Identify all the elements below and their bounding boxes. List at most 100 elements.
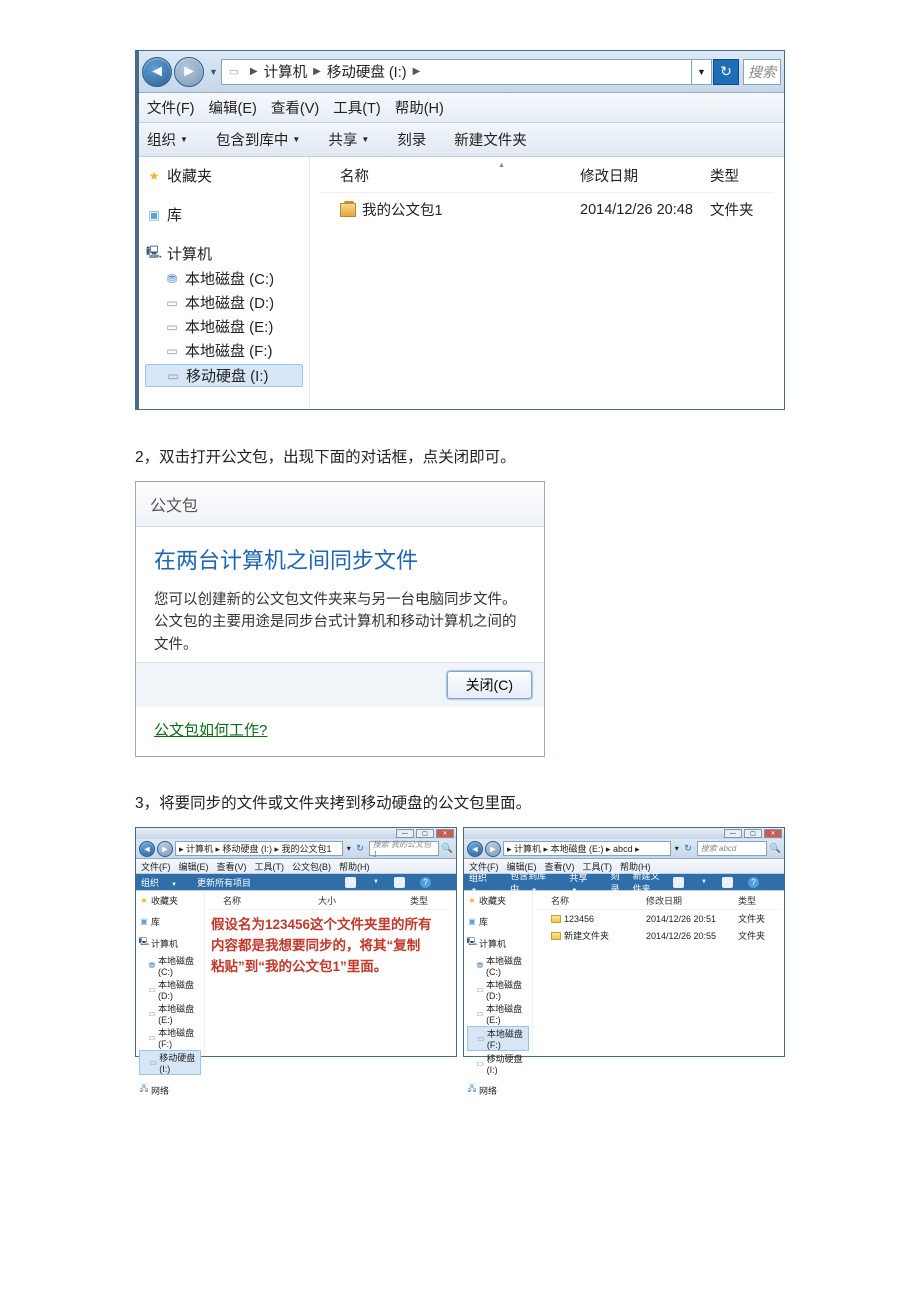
- nav-library[interactable]: ▣库: [139, 915, 201, 928]
- nav-drive-c[interactable]: ⛃本地磁盘 (C:): [145, 268, 303, 289]
- col-name[interactable]: 名称: [340, 165, 580, 186]
- search-icon[interactable]: 🔍: [770, 843, 781, 854]
- maximize-button[interactable]: ▢: [744, 829, 762, 838]
- minimize-button[interactable]: —: [396, 829, 414, 838]
- file-row[interactable]: 新建文件夹 2014/12/26 20:55 文件夹: [537, 927, 780, 944]
- view-icon[interactable]: [345, 877, 356, 888]
- col-type[interactable]: 类型: [410, 894, 450, 907]
- breadcrumb[interactable]: ▸ 计算机 ▸ 移动硬盘 (I:) ▸ 我的公文包1: [175, 841, 343, 856]
- menu-tools[interactable]: 工具(T): [255, 860, 285, 873]
- col-name[interactable]: 名称: [551, 894, 646, 907]
- nav-computer[interactable]: 🖳计算机: [467, 936, 529, 950]
- menu-help[interactable]: 帮助(H): [339, 860, 370, 873]
- close-window-button[interactable]: ✕: [436, 829, 454, 838]
- nav-computer[interactable]: 🖳计算机: [145, 243, 303, 264]
- briefcase-dialog: 公文包 在两台计算机之间同步文件 您可以创建新的公文包文件夹来与另一台电脑同步文…: [135, 481, 545, 757]
- crumb-computer[interactable]: 计算机: [264, 61, 308, 82]
- column-headers[interactable]: 名称 修改日期 类型: [537, 891, 780, 910]
- refresh-icon[interactable]: ↻: [356, 843, 364, 854]
- menu-edit[interactable]: 编辑(E): [179, 860, 209, 873]
- help-icon[interactable]: ?: [748, 877, 759, 888]
- nav-drive-c[interactable]: ⛃本地磁盘 (C:): [139, 954, 201, 977]
- col-size[interactable]: 大小: [318, 894, 410, 907]
- breadcrumb[interactable]: ▸ 计算机 ▸ 本地磁盘 (E:) ▸ abcd ▸: [503, 841, 671, 856]
- menu-briefcase[interactable]: 公文包(B): [292, 860, 331, 873]
- nav-network[interactable]: 🖧网络: [467, 1083, 529, 1097]
- crumb-drive[interactable]: 移动硬盘 (I:): [327, 61, 407, 82]
- menu-file[interactable]: 文件(F): [141, 860, 171, 873]
- col-name[interactable]: 名称: [223, 894, 318, 907]
- preview-pane-icon[interactable]: [722, 877, 733, 888]
- col-date[interactable]: 修改日期: [646, 894, 738, 907]
- search-icon[interactable]: 🔍: [442, 843, 453, 854]
- nav-drive-e[interactable]: ▭本地磁盘 (E:): [139, 1002, 201, 1025]
- nav-drive-i[interactable]: ▭移动硬盘 (I:): [139, 1050, 201, 1075]
- nav-favorites[interactable]: ★收藏夹: [467, 894, 529, 907]
- forward-button[interactable]: ►: [174, 57, 204, 87]
- cmd-newfolder[interactable]: 新建文件夹: [454, 129, 527, 150]
- nav-drive-f[interactable]: ▭本地磁盘 (F:): [467, 1026, 529, 1051]
- address-dropdown-icon[interactable]: ▾: [671, 844, 682, 853]
- file-row[interactable]: 我的公文包1 2014/12/26 20:48 文件夹: [320, 193, 774, 226]
- nav-drive-d[interactable]: ▭本地磁盘 (D:): [145, 292, 303, 313]
- back-button[interactable]: ◄: [467, 841, 483, 857]
- nav-network[interactable]: 🖧网络: [139, 1083, 201, 1097]
- nav-drive-i[interactable]: ▭移动硬盘 (I:): [145, 364, 303, 387]
- preview-pane-icon[interactable]: [394, 877, 405, 888]
- forward-button[interactable]: ►: [157, 841, 173, 857]
- menu-tools[interactable]: 工具(T): [333, 97, 381, 118]
- back-button[interactable]: ◄: [142, 57, 172, 87]
- breadcrumb[interactable]: ▭ ▶ 计算机 ▶ 移动硬盘 (I:) ▶: [221, 59, 692, 85]
- help-link[interactable]: 公文包如何工作?: [154, 722, 267, 739]
- back-button[interactable]: ◄: [139, 841, 155, 857]
- maximize-button[interactable]: ▢: [416, 829, 434, 838]
- col-date[interactable]: 修改日期: [580, 165, 710, 186]
- column-headers[interactable]: 名称 大小 类型: [209, 891, 452, 910]
- nav-drive-e[interactable]: ▭本地磁盘 (E:): [145, 316, 303, 337]
- cmd-organize[interactable]: 组织▼: [147, 129, 188, 150]
- column-headers[interactable]: 名称 ▲ 修改日期 类型: [320, 157, 774, 193]
- menu-view[interactable]: 查看(V): [217, 860, 247, 873]
- nav-favorites[interactable]: ★收藏夹: [139, 894, 201, 907]
- cmd-include[interactable]: 包含到库中▼: [216, 129, 300, 150]
- refresh-icon[interactable]: ↻: [684, 843, 692, 854]
- col-type[interactable]: 类型: [738, 894, 778, 907]
- nav-library[interactable]: ▣库: [467, 915, 529, 928]
- close-window-button[interactable]: ✕: [764, 829, 782, 838]
- cmd-organize[interactable]: 组织▼: [141, 876, 187, 889]
- history-dropdown-icon[interactable]: ▼: [209, 67, 218, 77]
- search-input[interactable]: 搜索: [743, 59, 781, 85]
- help-icon[interactable]: ?: [420, 877, 431, 888]
- cmd-share[interactable]: 共享▼: [328, 129, 369, 150]
- nav-drive-e[interactable]: ▭本地磁盘 (E:): [467, 1002, 529, 1025]
- minimize-button[interactable]: —: [724, 829, 742, 838]
- nav-drive-f[interactable]: ▭本地磁盘 (F:): [139, 1026, 201, 1049]
- nav-drive-f[interactable]: ▭本地磁盘 (F:): [145, 340, 303, 361]
- nav-drive-d[interactable]: ▭本地磁盘 (D:): [467, 978, 529, 1001]
- nav-drive-i[interactable]: ▭移动硬盘 (I:): [467, 1052, 529, 1075]
- address-dropdown-icon[interactable]: ▼: [692, 59, 712, 85]
- col-type[interactable]: 类型: [710, 165, 770, 186]
- nav-computer[interactable]: 🖳计算机: [139, 936, 201, 950]
- refresh-button[interactable]: ↻: [713, 59, 739, 85]
- menu-file[interactable]: 文件(F): [147, 97, 195, 118]
- menu-help[interactable]: 帮助(H): [395, 97, 444, 118]
- file-date: 2014/12/26 20:48: [580, 202, 710, 218]
- forward-button[interactable]: ►: [485, 841, 501, 857]
- cmd-update[interactable]: 更新所有项目: [197, 876, 251, 889]
- search-input[interactable]: 搜索 abcd: [697, 841, 767, 856]
- cmd-burn[interactable]: 刻录: [397, 129, 426, 150]
- close-button[interactable]: 关闭(C): [447, 671, 532, 699]
- nav-library[interactable]: ▣库: [145, 204, 303, 225]
- menu-view[interactable]: 查看(V): [271, 97, 319, 118]
- nav-drive-c[interactable]: ⛃本地磁盘 (C:): [467, 954, 529, 977]
- nav-bar: ◄ ► ▸ 计算机 ▸ 本地磁盘 (E:) ▸ abcd ▸ ▾ ↻ 搜索 ab…: [464, 839, 784, 859]
- search-input[interactable]: 搜索 我的公文包1: [369, 841, 439, 856]
- nav-favorites[interactable]: ★收藏夹: [145, 165, 303, 186]
- view-icon[interactable]: [673, 877, 684, 888]
- network-icon: 🖧: [139, 1083, 149, 1097]
- menu-edit[interactable]: 编辑(E): [209, 97, 257, 118]
- file-row[interactable]: 123456 2014/12/26 20:51 文件夹: [537, 910, 780, 927]
- nav-drive-d[interactable]: ▭本地磁盘 (D:): [139, 978, 201, 1001]
- address-dropdown-icon[interactable]: ▾: [343, 844, 354, 853]
